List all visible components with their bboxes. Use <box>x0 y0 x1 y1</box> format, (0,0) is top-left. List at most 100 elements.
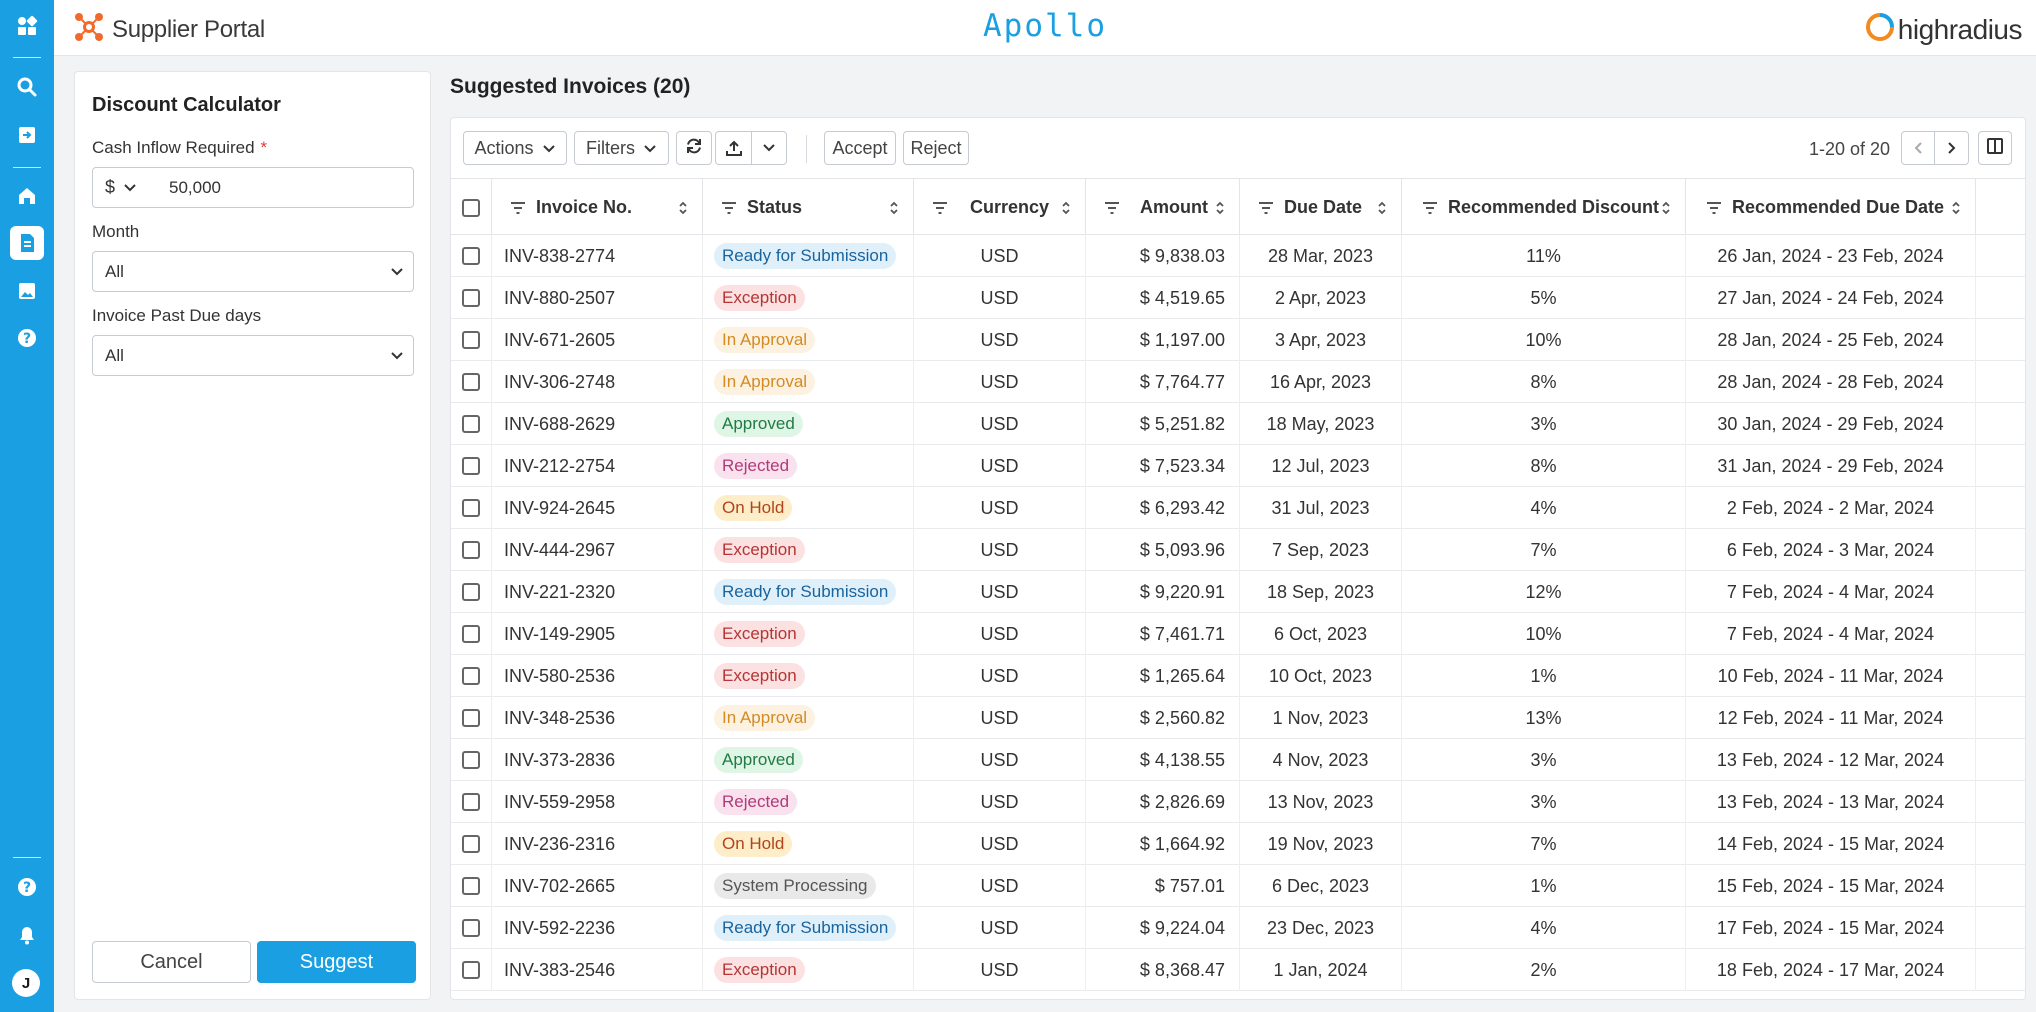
row-checkbox[interactable] <box>462 583 480 601</box>
home-icon[interactable] <box>13 182 41 210</box>
sort-icon[interactable] <box>1377 200 1387 216</box>
filter-icon[interactable] <box>1258 201 1274 215</box>
past-due-select[interactable]: All <box>92 335 414 376</box>
invoice-number[interactable]: INV-383-2546 <box>492 949 703 991</box>
suggest-button[interactable]: Suggest <box>257 941 416 983</box>
row-checkbox[interactable] <box>462 247 480 265</box>
column-header-due-date[interactable]: Due Date <box>1240 179 1402 236</box>
filters-dropdown[interactable]: Filters <box>574 131 669 165</box>
table-row[interactable]: INV-924-2645 On Hold USD $ 6,293.42 31 Jul, … <box>451 487 2025 529</box>
filter-icon[interactable] <box>1706 201 1722 215</box>
column-header-status[interactable]: Status <box>703 179 914 236</box>
sort-icon[interactable] <box>1951 200 1961 216</box>
sort-icon[interactable] <box>889 200 899 216</box>
filter-icon[interactable] <box>721 201 737 215</box>
chevron-down-icon[interactable] <box>752 143 786 153</box>
invoice-number[interactable]: INV-444-2967 <box>492 529 703 571</box>
select-all-checkbox[interactable] <box>462 198 480 217</box>
table-row[interactable]: INV-383-2546 Exception USD $ 8,368.47 1 Jan,… <box>451 949 2025 991</box>
sort-icon[interactable] <box>1215 200 1225 216</box>
row-checkbox[interactable] <box>462 961 480 979</box>
filter-icon[interactable] <box>510 201 526 215</box>
invoice-number[interactable]: INV-236-2316 <box>492 823 703 865</box>
filter-icon[interactable] <box>1422 201 1438 215</box>
currency-select[interactable]: $ <box>93 177 149 198</box>
exit-icon[interactable] <box>13 121 41 149</box>
row-checkbox[interactable] <box>462 331 480 349</box>
cash-inflow-input[interactable]: 50,000 <box>149 178 221 198</box>
upload-icon[interactable] <box>716 132 752 164</box>
column-header-rec-due-date[interactable]: Recommended Due Date <box>1686 179 1976 236</box>
row-checkbox[interactable] <box>462 919 480 937</box>
invoice-number[interactable]: INV-149-2905 <box>492 613 703 655</box>
invoice-number[interactable]: INV-702-2665 <box>492 865 703 907</box>
row-checkbox[interactable] <box>462 289 480 307</box>
table-row[interactable]: INV-702-2665 System Processing USD $ 757.01… <box>451 865 2025 907</box>
table-row[interactable]: INV-580-2536 Exception USD $ 1,265.64 10 Oct… <box>451 655 2025 697</box>
row-checkbox[interactable] <box>462 667 480 685</box>
search-icon[interactable] <box>13 73 41 101</box>
row-checkbox[interactable] <box>462 793 480 811</box>
table-row[interactable]: INV-880-2507 Exception USD $ 4,519.65 2 Apr,… <box>451 277 2025 319</box>
table-row[interactable]: INV-212-2754 Rejected USD $ 7,523.34 12 Jul,… <box>451 445 2025 487</box>
chevron-right-icon[interactable] <box>1935 141 1968 155</box>
table-row[interactable]: INV-688-2629 Approved USD $ 5,251.82 18 May,… <box>451 403 2025 445</box>
table-row[interactable]: INV-306-2748 In Approval USD $ 7,764.77 16 A… <box>451 361 2025 403</box>
filter-icon[interactable] <box>932 201 948 215</box>
bell-icon[interactable] <box>13 921 41 949</box>
sort-icon[interactable] <box>678 200 688 216</box>
apps-icon[interactable] <box>13 12 41 40</box>
table-row[interactable]: INV-348-2536 In Approval USD $ 2,560.82 1 No… <box>451 697 2025 739</box>
row-checkbox[interactable] <box>462 415 480 433</box>
table-row[interactable]: INV-592-2236 Ready for Submission USD $ 9,2… <box>451 907 2025 949</box>
image-icon[interactable] <box>13 277 41 305</box>
table-row[interactable]: INV-838-2774 Ready for Submission USD $ 9,8… <box>451 235 2025 277</box>
row-checkbox[interactable] <box>462 541 480 559</box>
actions-dropdown[interactable]: Actions <box>463 131 567 165</box>
table-row[interactable]: INV-236-2316 On Hold USD $ 1,664.92 19 Nov, … <box>451 823 2025 865</box>
invoice-number[interactable]: INV-880-2507 <box>492 277 703 319</box>
invoice-number[interactable]: INV-348-2536 <box>492 697 703 739</box>
column-header-discount[interactable]: Recommended Discount <box>1402 179 1686 236</box>
reject-button[interactable]: Reject <box>903 131 969 165</box>
refresh-button[interactable] <box>676 131 712 165</box>
help-icon[interactable]: ? <box>13 324 41 352</box>
invoice-number[interactable]: INV-306-2748 <box>492 361 703 403</box>
export-split-button[interactable] <box>715 131 787 165</box>
row-checkbox[interactable] <box>462 877 480 895</box>
filter-icon[interactable] <box>1104 201 1120 215</box>
invoice-number[interactable]: INV-924-2645 <box>492 487 703 529</box>
column-header-amount[interactable]: Amount <box>1086 179 1240 236</box>
invoice-number[interactable]: INV-373-2836 <box>492 739 703 781</box>
row-checkbox[interactable] <box>462 835 480 853</box>
columns-toggle-button[interactable] <box>1978 131 2012 165</box>
month-select[interactable]: All <box>92 251 414 292</box>
table-row[interactable]: INV-444-2967 Exception USD $ 5,093.96 7 Sep,… <box>451 529 2025 571</box>
invoice-number[interactable]: INV-221-2320 <box>492 571 703 613</box>
table-row[interactable]: INV-373-2836 Approved USD $ 4,138.55 4 Nov, … <box>451 739 2025 781</box>
row-checkbox[interactable] <box>462 457 480 475</box>
table-row[interactable]: INV-221-2320 Ready for Submission USD $ 9,2… <box>451 571 2025 613</box>
sort-icon[interactable] <box>1661 200 1671 216</box>
table-row[interactable]: INV-671-2605 In Approval USD $ 1,197.00 3 Ap… <box>451 319 2025 361</box>
help-icon[interactable]: ? <box>13 873 41 901</box>
invoice-number[interactable]: INV-212-2754 <box>492 445 703 487</box>
chevron-left-icon[interactable] <box>1902 132 1936 164</box>
table-row[interactable]: INV-559-2958 Rejected USD $ 2,826.69 13 Nov,… <box>451 781 2025 823</box>
row-checkbox[interactable] <box>462 499 480 517</box>
row-checkbox[interactable] <box>462 709 480 727</box>
row-checkbox[interactable] <box>462 373 480 391</box>
table-row[interactable]: INV-149-2905 Exception USD $ 7,461.71 6 Oct,… <box>451 613 2025 655</box>
invoice-number[interactable]: INV-592-2236 <box>492 907 703 949</box>
invoice-number[interactable]: INV-671-2605 <box>492 319 703 361</box>
document-icon[interactable] <box>10 226 44 260</box>
invoice-number[interactable]: INV-580-2536 <box>492 655 703 697</box>
invoice-number[interactable]: INV-559-2958 <box>492 781 703 823</box>
cancel-button[interactable]: Cancel <box>92 941 251 983</box>
row-checkbox[interactable] <box>462 625 480 643</box>
accept-button[interactable]: Accept <box>824 131 896 165</box>
avatar[interactable]: J <box>12 969 40 997</box>
invoice-number[interactable]: INV-838-2774 <box>492 235 703 277</box>
invoice-number[interactable]: INV-688-2629 <box>492 403 703 445</box>
column-header-currency[interactable]: Currency <box>914 179 1086 236</box>
